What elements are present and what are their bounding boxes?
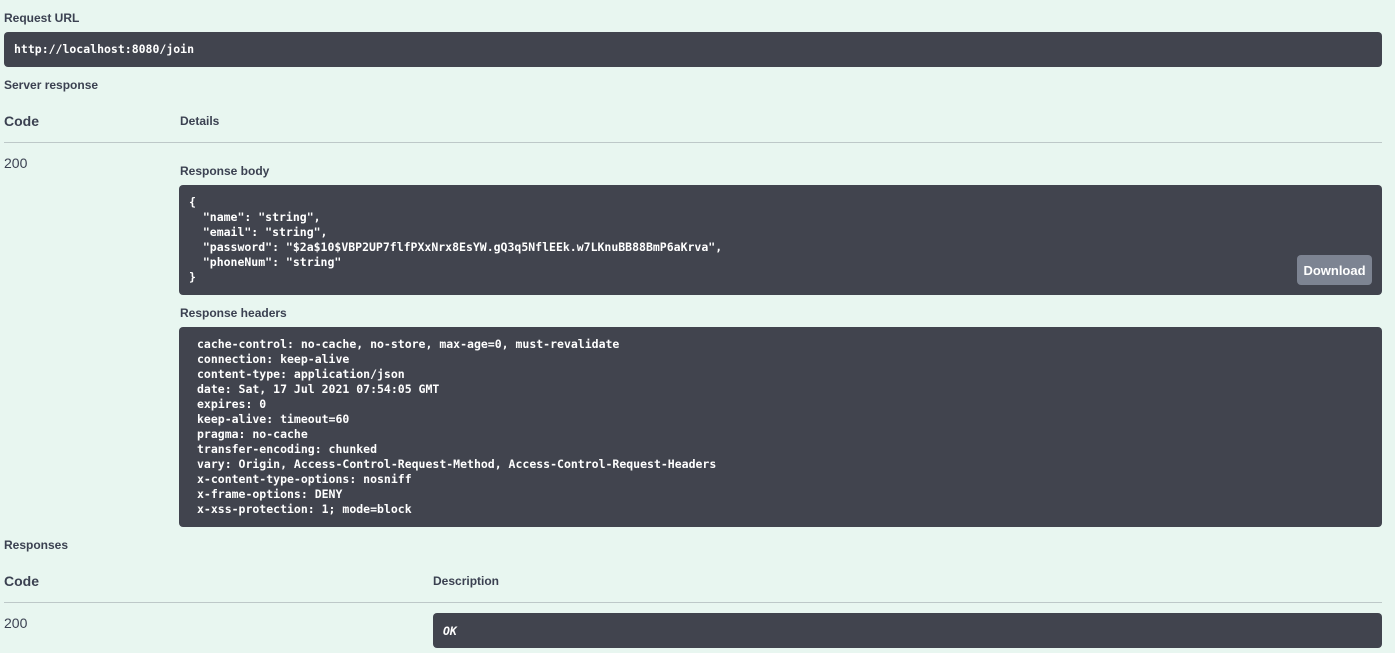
header-line: x-frame-options: DENY bbox=[197, 487, 343, 501]
server-response-label: Server response bbox=[4, 78, 99, 92]
header-line: x-xss-protection: 1; mode=block bbox=[197, 502, 412, 516]
header-line: vary: Origin, Access-Control-Request-Met… bbox=[197, 457, 717, 471]
responses-description-box: OK bbox=[433, 613, 1382, 648]
header-line: content-type: application/json bbox=[197, 367, 405, 381]
server-response-divider bbox=[4, 142, 1382, 143]
request-url-box[interactable]: http://localhost:8080/join bbox=[4, 32, 1382, 67]
header-line: cache-control: no-cache, no-store, max-a… bbox=[197, 337, 620, 351]
header-line: pragma: no-cache bbox=[197, 427, 308, 441]
responses-divider bbox=[4, 602, 1382, 603]
header-line: date: Sat, 17 Jul 2021 07:54:05 GMT bbox=[197, 382, 440, 396]
header-line: transfer-encoding: chunked bbox=[197, 442, 378, 456]
server-response-code: 200 bbox=[4, 155, 28, 171]
responses-description-header: Description bbox=[433, 574, 500, 588]
responses-description: OK bbox=[443, 624, 457, 638]
request-url-value: http://localhost:8080/join bbox=[14, 42, 195, 56]
request-url-label: Request URL bbox=[4, 11, 80, 25]
header-line: connection: keep-alive bbox=[197, 352, 350, 366]
response-headers-list: cache-control: no-cache, no-store, max-a… bbox=[197, 337, 1372, 517]
header-line: x-content-type-options: nosniff bbox=[197, 472, 412, 486]
server-response-details-header: Details bbox=[180, 114, 220, 128]
response-body-label: Response body bbox=[180, 164, 270, 178]
response-headers-box[interactable]: cache-control: no-cache, no-store, max-a… bbox=[179, 327, 1382, 527]
response-body-box[interactable]: { "name": "string", "email": "string", "… bbox=[179, 185, 1382, 295]
responses-code-header: Code bbox=[4, 573, 39, 589]
response-headers-label: Response headers bbox=[180, 306, 287, 320]
server-response-code-header: Code bbox=[4, 113, 39, 129]
response-body-content: { "name": "string", "email": "string", "… bbox=[189, 195, 723, 284]
header-line: expires: 0 bbox=[197, 397, 267, 411]
header-line: keep-alive: timeout=60 bbox=[197, 412, 350, 426]
responses-label: Responses bbox=[4, 538, 69, 552]
download-button[interactable]: Download bbox=[1297, 255, 1372, 285]
responses-code: 200 bbox=[4, 615, 28, 631]
